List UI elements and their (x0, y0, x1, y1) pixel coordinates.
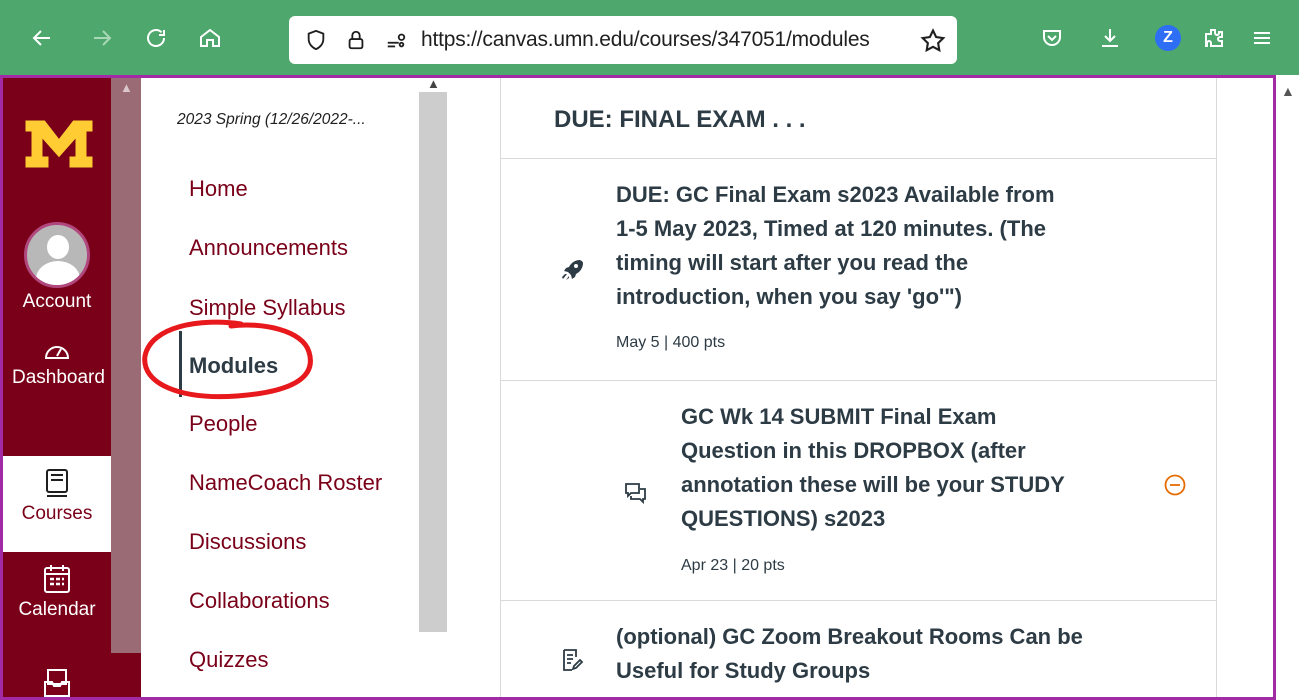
pocket-icon[interactable] (1036, 22, 1068, 54)
course-nav-namecoach-roster[interactable]: NameCoach Roster (189, 470, 382, 496)
scroll-up-arrow-icon[interactable]: ▲ (427, 78, 440, 91)
course-nav-people[interactable]: People (189, 411, 258, 437)
scroll-up-arrow-icon[interactable]: ▲ (120, 80, 133, 95)
avatar[interactable] (24, 222, 90, 288)
reload-icon[interactable] (140, 22, 172, 54)
nav-courses-label: Courses (21, 503, 93, 524)
menu-icon[interactable] (1246, 22, 1278, 54)
university-logo-icon[interactable] (23, 118, 95, 170)
module-item-meta: May 5 | 400 pts (616, 334, 726, 351)
nav-dashboard[interactable]: Dashboard (3, 336, 111, 389)
forward-arrow-icon[interactable] (86, 22, 118, 54)
scroll-up-arrow-icon[interactable]: ▲ (1281, 83, 1295, 99)
nav-dashboard-label: Dashboard (12, 367, 105, 388)
term-label: 2023 Spring (12/26/2022-... (177, 111, 366, 128)
global-nav-scrollbar[interactable]: ▲ (111, 78, 141, 697)
extensions-icon[interactable] (1198, 22, 1230, 54)
nav-inbox[interactable] (3, 668, 111, 697)
modules-content: DUE: FINAL EXAM . . . DUE: GC Final Exam… (500, 78, 1217, 697)
browser-toolbar: https://canvas.umn.edu/courses/347051/mo… (0, 0, 1299, 75)
back-arrow-icon[interactable] (26, 22, 58, 54)
nav-courses[interactable]: Courses (3, 456, 111, 552)
page-scrollbar[interactable]: ▲ (1276, 75, 1299, 700)
lock-icon[interactable] (343, 27, 369, 53)
minus-circle-icon[interactable] (1163, 473, 1187, 497)
bookmark-star-icon[interactable] (919, 27, 947, 55)
url-text[interactable]: https://canvas.umn.edu/courses/347051/mo… (421, 28, 911, 52)
nav-calendar[interactable]: Calendar (3, 564, 111, 621)
page-edit-icon (563, 649, 584, 671)
rocket-icon (562, 260, 583, 280)
course-nav-home[interactable]: Home (189, 176, 248, 202)
zoom-extension-badge[interactable]: Z (1155, 25, 1181, 51)
nav-account-label: Account (22, 291, 92, 312)
global-nav: Account Dashboard Courses Calendar (3, 78, 111, 697)
nav-account[interactable]: Account (3, 222, 111, 313)
download-icon[interactable] (1094, 22, 1126, 54)
home-icon[interactable] (194, 22, 226, 54)
course-nav-quizzes[interactable]: Quizzes (189, 647, 268, 673)
course-nav-scrollbar[interactable]: ▲ (419, 78, 447, 697)
permissions-icon[interactable] (383, 27, 409, 53)
global-nav-scroll-thumb[interactable] (111, 98, 141, 668)
discussion-icon (625, 483, 646, 505)
shield-icon[interactable] (303, 27, 329, 53)
module-item-title[interactable]: DUE: GC Final Exam s2023 Available from … (616, 178, 1055, 314)
course-nav-scroll-thumb[interactable] (419, 92, 447, 632)
dashboard-gauge-icon (3, 336, 111, 362)
module-item-title[interactable]: GC Wk 14 SUBMIT Final Exam Question in t… (681, 400, 1065, 536)
courses-book-icon (3, 468, 111, 498)
course-nav-announcements[interactable]: Announcements (189, 235, 348, 261)
nav-calendar-label: Calendar (18, 599, 96, 620)
inbox-icon (3, 668, 111, 697)
module-item-title[interactable]: (optional) GC Zoom Breakout Rooms Can be… (616, 620, 1083, 688)
url-bar[interactable]: https://canvas.umn.edu/courses/347051/mo… (289, 16, 957, 64)
course-nav: 2023 Spring (12/26/2022-... Home Announc… (141, 78, 419, 697)
course-nav-collaborations[interactable]: Collaborations (189, 588, 330, 614)
page-viewport: Account Dashboard Courses Calendar ▲ 202… (0, 75, 1276, 700)
course-nav-discussions[interactable]: Discussions (189, 529, 306, 555)
module-header-title: DUE: FINAL EXAM . . . (554, 106, 806, 133)
module-item-meta: Apr 23 | 20 pts (681, 557, 785, 574)
calendar-icon (3, 564, 111, 594)
red-circle-annotation (142, 319, 313, 400)
